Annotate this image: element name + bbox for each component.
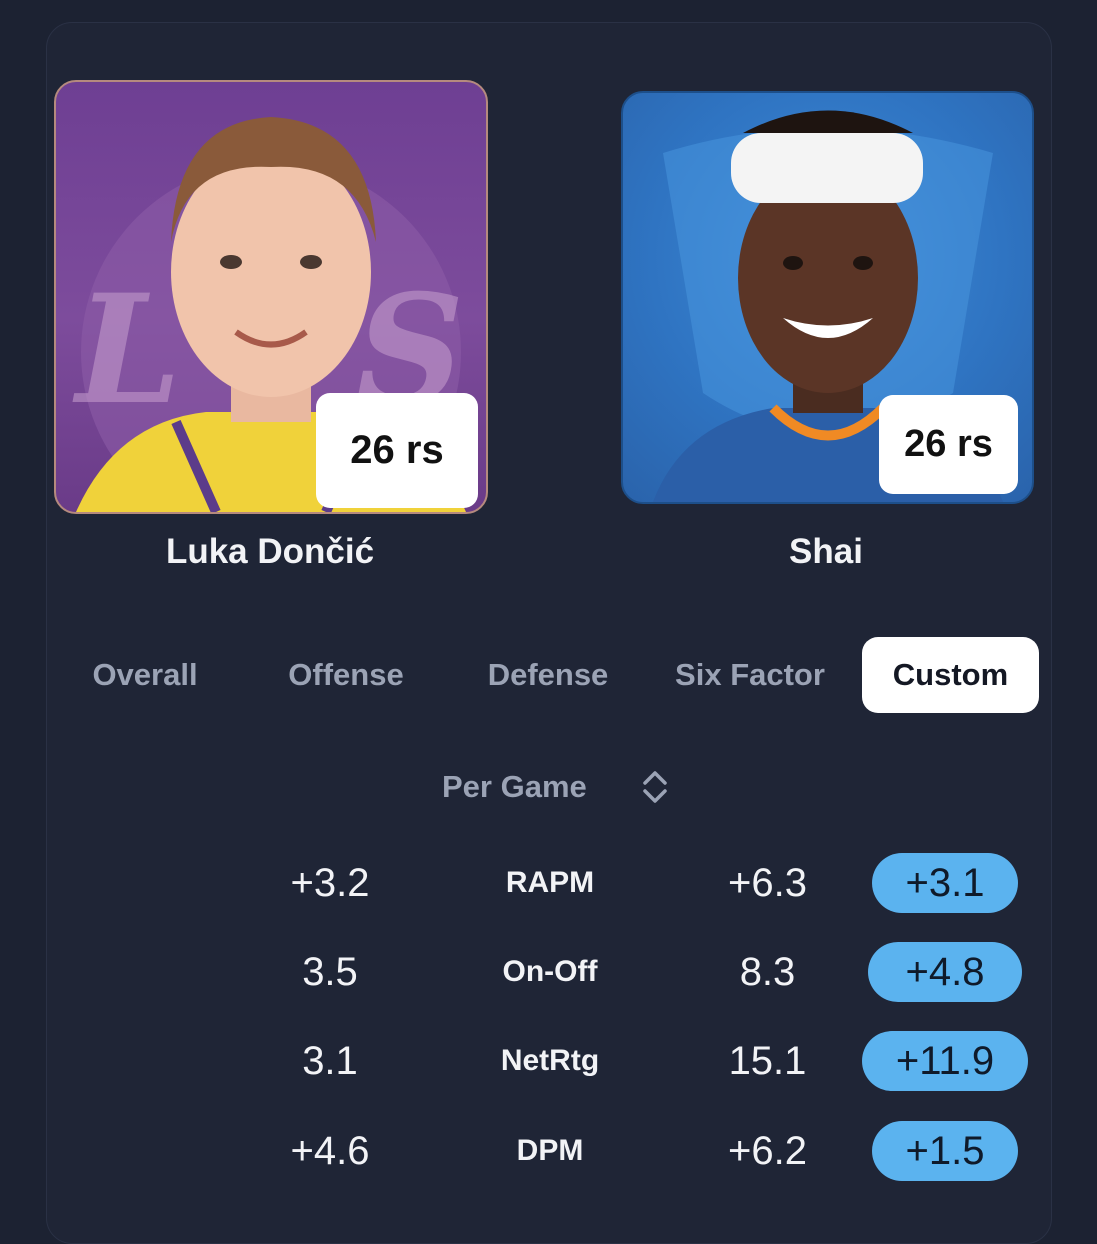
- metric-label: On-Off: [502, 955, 598, 988]
- diff-cell: +11.9: [860, 1021, 1030, 1101]
- tab-defense[interactable]: Defense: [466, 637, 630, 713]
- stat-row-netrtg: 3.1 NetRtg 15.1 +11.9: [0, 1021, 1097, 1101]
- diff-pill: +3.1: [872, 853, 1018, 913]
- diff-cell: +4.8: [860, 932, 1030, 1012]
- tab-six-factor[interactable]: Six Factor: [660, 637, 840, 713]
- tab-custom[interactable]: Custom: [862, 637, 1039, 713]
- svg-text:L: L: [72, 262, 181, 438]
- diff-cell: +3.1: [860, 843, 1030, 923]
- right-value: +6.3: [728, 860, 807, 905]
- right-value: 8.3: [739, 949, 796, 994]
- tab-overall[interactable]: Overall: [70, 637, 220, 713]
- left-value: +4.6: [290, 1128, 370, 1173]
- tab-offense[interactable]: Offense: [266, 637, 426, 713]
- per-game-selector[interactable]: Per Game: [430, 760, 680, 814]
- right-value: 15.1: [728, 1038, 807, 1083]
- diff-pill: +1.5: [872, 1121, 1018, 1181]
- metric-label: DPM: [516, 1134, 584, 1167]
- metric-label: NetRtg: [500, 1044, 600, 1077]
- season-badge-luka: 26 rs: [316, 393, 478, 508]
- player-name-luka: Luka Dončić: [165, 532, 375, 571]
- right-value: +6.2: [728, 1128, 807, 1173]
- stat-row-rapm: +3.2 RAPM +6.3 +3.1: [0, 843, 1097, 923]
- diff-pill: +4.8: [868, 942, 1022, 1002]
- left-value: 3.5: [302, 949, 358, 994]
- metric-label: RAPM: [505, 866, 595, 899]
- season-badge-shai: 26 rs: [879, 395, 1018, 494]
- chevron-up-down-icon: [643, 771, 667, 803]
- diff-cell: +1.5: [860, 1111, 1030, 1191]
- per-game-label: Per Game: [442, 769, 587, 804]
- left-value: 3.1: [302, 1038, 358, 1083]
- player-name-shai: Shai: [789, 532, 863, 571]
- stat-row-dpm: +4.6 DPM +6.2 +1.5: [0, 1111, 1097, 1191]
- diff-pill: +11.9: [862, 1031, 1028, 1091]
- left-value: +3.2: [290, 860, 370, 905]
- stat-row-on-off: 3.5 On-Off 8.3 +4.8: [0, 932, 1097, 1012]
